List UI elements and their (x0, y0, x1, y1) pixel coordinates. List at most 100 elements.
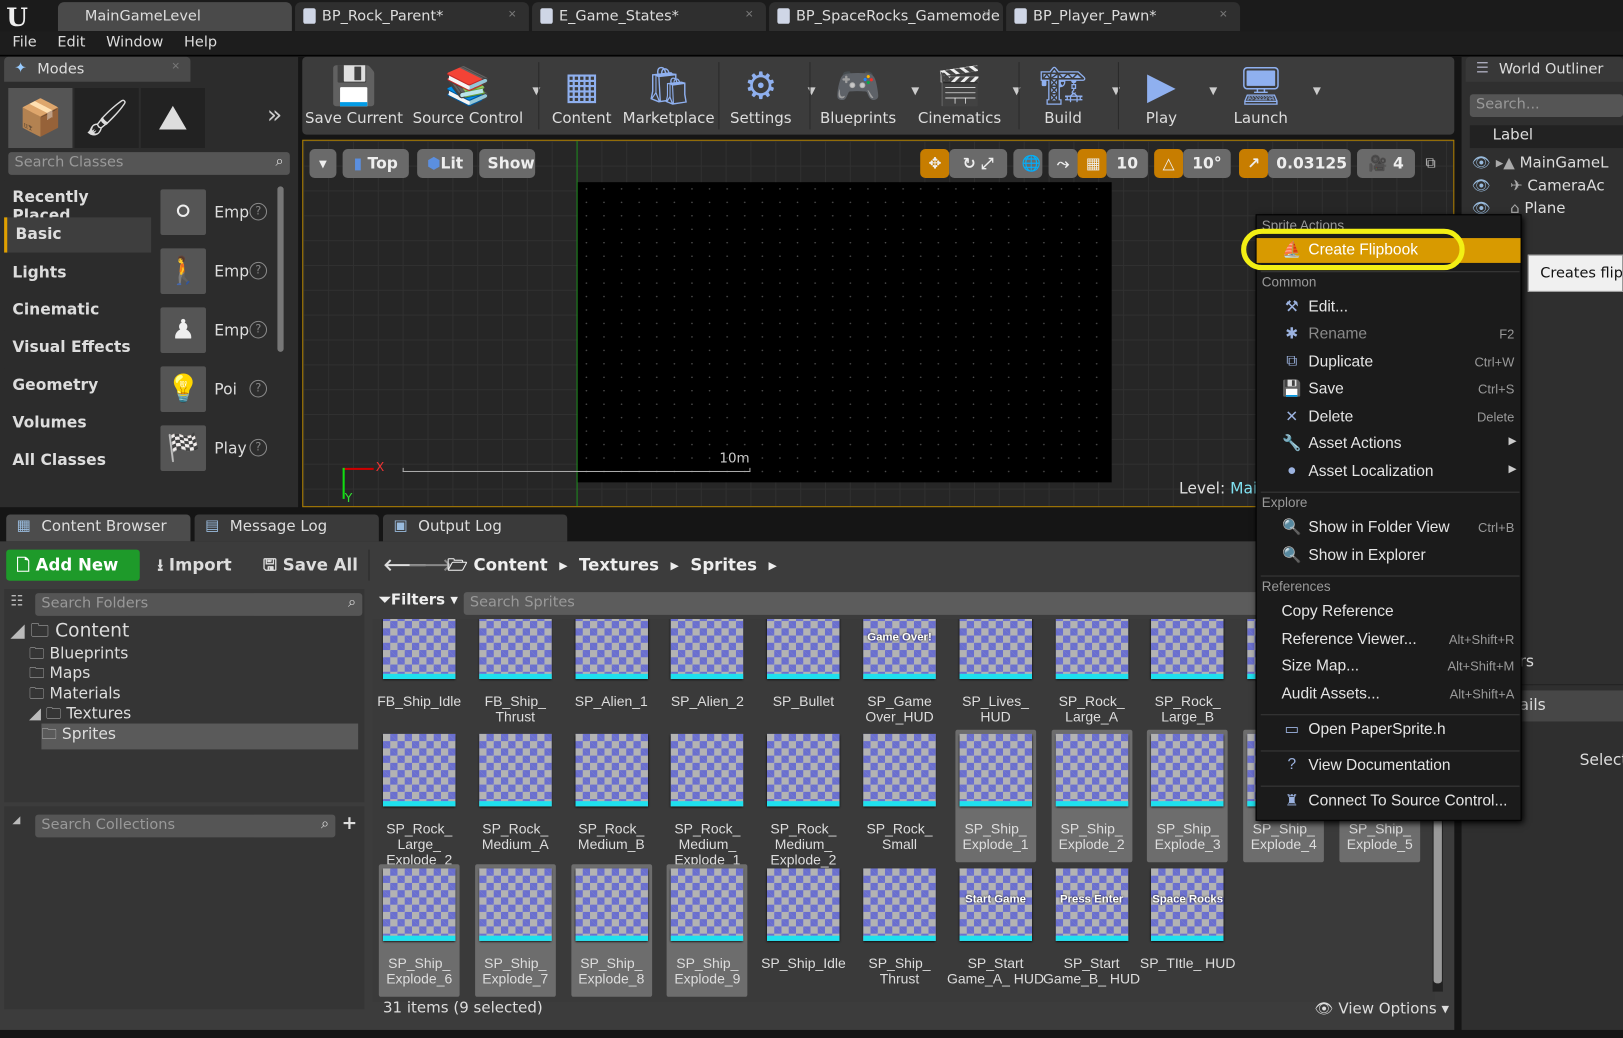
category-recently-placed[interactable]: Recently Placed (4, 180, 152, 225)
help-icon[interactable]: ? (249, 379, 268, 398)
menu-item-audit-assets[interactable]: Audit Assets... Alt+Shift+A (1257, 682, 1521, 707)
toolbar-blueprints-button[interactable]: 🎮 Blueprints ▼ (812, 57, 919, 135)
menu-window[interactable]: Window (94, 31, 172, 51)
toolbar-content-button[interactable]: ▦ Content (547, 57, 617, 135)
asset-tile[interactable]: SP_Alien_1 (571, 618, 652, 735)
translate-tool-icon[interactable]: ✥ (920, 149, 950, 179)
asset-tile[interactable]: FB_Ship_Idle (377, 618, 461, 735)
view-options-button[interactable]: 👁 View Options ▾ (1315, 1000, 1449, 1018)
eye-icon[interactable]: 👁 (1472, 178, 1491, 195)
grid-snap-value[interactable]: 10 (1106, 149, 1148, 179)
menu-item-copy-reference[interactable]: Copy Reference (1257, 599, 1521, 624)
breadcrumb-content[interactable]: Content (473, 555, 547, 575)
menu-item-asset-localization[interactable]: ● Asset Localization ▶ (1257, 459, 1521, 484)
placeable-item[interactable]: 💡 Poi? (160, 366, 274, 414)
document-tab[interactable]: BP_Rock_Parent* ✕ (295, 2, 529, 32)
menu-item-connect-to-source-control[interactable]: ♜ Connect To Source Control... (1257, 789, 1521, 814)
asset-tile[interactable]: SP_Bullet (763, 618, 844, 735)
document-tab[interactable]: BP_Player_Pawn* ✕ (1006, 2, 1241, 32)
rotate-scale-tool-icon[interactable]: ↻ ⤢ (949, 149, 1008, 179)
asset-tile[interactable]: Space Rocks SP_TItle_ HUD (1140, 864, 1235, 996)
tab-content-browser[interactable]: ▦ Content Browser (6, 514, 191, 542)
eye-icon[interactable]: 👁 (1472, 155, 1491, 172)
outliner-row[interactable]: 👁 ▸▲ MainGameL (1472, 154, 1609, 172)
menu-item-show-in-folder-view[interactable]: 🔍 Show in Folder View Ctrl+B (1257, 515, 1521, 540)
add-new-button[interactable]: 🗋 Add New ▾ (6, 549, 140, 601)
search-collections-input[interactable]: Search Collections ⌕ (35, 814, 336, 838)
toolbar-marketplace-button[interactable]: 🛍 Marketplace (621, 57, 716, 135)
search-folders-input[interactable]: Search Folders ⌕ (35, 593, 363, 616)
menu-item-view-documentation[interactable]: ? View Documentation (1257, 753, 1521, 778)
outliner-search-input[interactable]: Search... (1469, 94, 1623, 117)
toolbar-build-button[interactable]: 🏗 Build ▼ (1021, 57, 1120, 135)
asset-tile[interactable]: SP_Ship_ Explode_1 (955, 729, 1036, 863)
breadcrumb-textures[interactable]: Textures (579, 555, 659, 575)
view-mode-button[interactable]: ▮ Top (342, 149, 409, 179)
asset-tile[interactable]: SP_Rock_ Large_A (1051, 618, 1132, 735)
menu-item-delete[interactable]: ✕ Delete Delete (1257, 404, 1521, 429)
menu-item-edit[interactable]: ⚒ Edit... (1257, 294, 1521, 319)
paint-mode-icon[interactable]: 🖌 (74, 87, 139, 149)
camera-speed-button[interactable]: 🎥 4 (1357, 149, 1415, 179)
scale-snap-value[interactable]: 0.03125 (1267, 149, 1351, 179)
modes-tab[interactable]: ✦ Modes ✕ (4, 56, 191, 82)
toolbar-save-current-button[interactable]: 💾 Save Current (302, 57, 406, 135)
label-column-header[interactable]: Label (1469, 125, 1623, 149)
breadcrumb-sprites[interactable]: Sprites (690, 555, 757, 575)
category-cinematic[interactable]: Cinematic (4, 292, 152, 329)
landscape-mode-icon[interactable]: ⛰ (140, 87, 205, 149)
maximize-icon[interactable]: ⧉ (1425, 155, 1435, 172)
folder-sprites[interactable]: 🗀 Sprites (41, 723, 359, 749)
close-tab-icon[interactable]: ✕ (1219, 9, 1228, 20)
category-all-classes[interactable]: All Classes (4, 443, 152, 479)
asset-tile[interactable]: SP_Rock_ Large_B (1147, 618, 1228, 735)
search-classes-input[interactable]: Search Classes ⌕ (8, 152, 290, 175)
asset-tile[interactable]: SP_Ship_ Explode_8 (570, 864, 652, 997)
category-basic[interactable]: Basic (4, 217, 152, 253)
forward-button[interactable]: 🡒 (408, 554, 452, 575)
placeable-item[interactable]: 🚶 Emp? (160, 248, 274, 296)
menu-item-asset-actions[interactable]: 🔧 Asset Actions ▶ (1257, 432, 1521, 457)
unreal-logo[interactable]: U (6, 2, 28, 32)
show-button[interactable]: Show (479, 149, 536, 179)
menu-item-reference-viewer[interactable]: Reference Viewer... Alt+Shift+R (1257, 627, 1521, 652)
document-tab[interactable]: MainGameLevel (57, 2, 292, 32)
asset-tile[interactable]: SP_Ship_ Explode_3 (1147, 729, 1229, 863)
asset-tile[interactable]: SP_Alien_2 (667, 618, 748, 735)
placeable-item[interactable]: ♟ Emp? (160, 307, 274, 355)
asset-tile[interactable]: SP_Rock_ Large_ Explode_2 (379, 730, 460, 867)
help-icon[interactable]: ? (249, 261, 268, 280)
asset-tile[interactable]: SP_Ship_ Explode_7 (474, 864, 556, 997)
placeable-item[interactable]: ⚪ Emp? (160, 189, 274, 237)
asset-tile[interactable]: SP_Rock_ Medium_ Explode_1 (667, 730, 748, 867)
category-lights[interactable]: Lights (4, 255, 152, 291)
scale-snap-icon[interactable]: ↗ (1239, 149, 1268, 179)
asset-tile[interactable]: SP_Rock_ Medium_ Explode_2 (763, 730, 844, 867)
category-visual-effects[interactable]: Visual Effects (4, 330, 152, 366)
asset-tile[interactable]: SP_Ship_Idle (761, 864, 846, 996)
close-tab-icon[interactable]: ✕ (982, 9, 991, 20)
menu-item-size-map[interactable]: Size Map... Alt+Shift+M (1257, 654, 1521, 679)
toolbar-source-control-button[interactable]: 📚 Source Control ▼ (410, 57, 541, 135)
place-mode-icon[interactable]: 📦 (8, 87, 73, 149)
asset-tile[interactable]: SP_Ship_ Thrust (859, 864, 940, 996)
lighting-button[interactable]: ⬢Lit (417, 149, 474, 179)
menu-help[interactable]: Help (172, 31, 226, 51)
close-icon[interactable]: ✕ (171, 61, 180, 72)
menu-item-save[interactable]: 💾 Save Ctrl+S (1257, 377, 1521, 402)
scrollbar[interactable] (277, 186, 284, 352)
asset-tile[interactable]: SP_Rock_ Medium_B (571, 730, 652, 862)
asset-tile[interactable]: SP_Ship_ Explode_2 (1051, 729, 1132, 863)
surface-snap-icon[interactable]: ⤳ (1048, 149, 1078, 179)
grid-snap-icon[interactable]: ▦ (1077, 149, 1107, 179)
help-icon[interactable]: ? (249, 320, 268, 339)
collapse-icon[interactable]: ◢ (12, 815, 20, 826)
menu-edit[interactable]: Edit (45, 31, 94, 51)
help-icon[interactable]: ? (249, 202, 268, 221)
toolbar-play-button[interactable]: ▶ Play ▼ (1120, 57, 1218, 135)
toolbar-cinematics-button[interactable]: 🎬 Cinematics ▼ (913, 57, 1021, 135)
menu-item-show-in-explorer[interactable]: 🔍 Show in Explorer (1257, 543, 1521, 568)
rotation-snap-icon[interactable]: △ (1154, 149, 1184, 179)
add-collection-button[interactable]: + (342, 813, 358, 835)
document-tab[interactable]: BP_SpaceRocks_Gamemode ✕ (769, 2, 1004, 32)
